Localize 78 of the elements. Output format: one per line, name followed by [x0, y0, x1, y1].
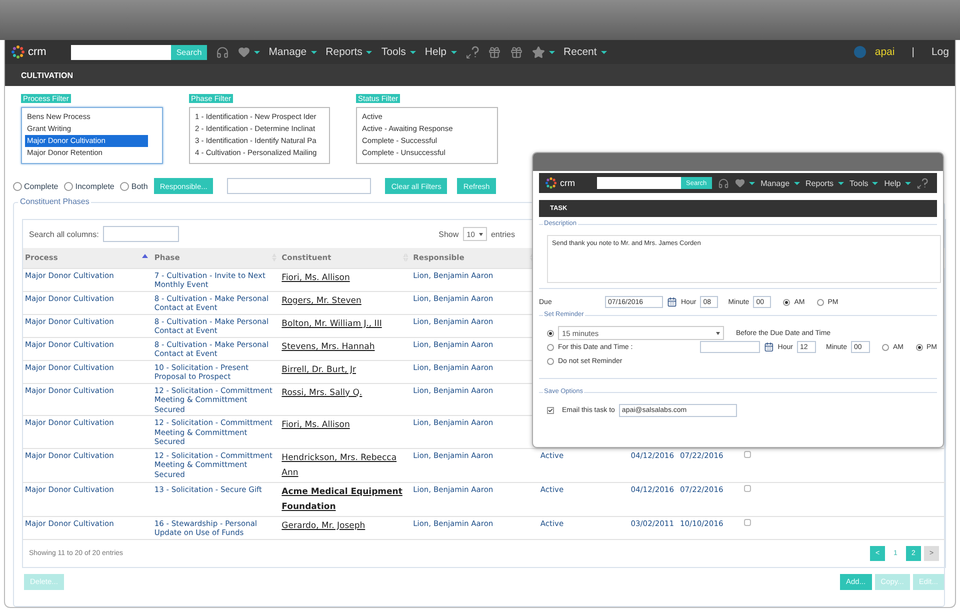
radio-label: Both [131, 182, 148, 190]
constituent-link[interactable]: Stevens, Mrs. Hannah [282, 340, 410, 354]
row-checkbox[interactable] [744, 450, 751, 458]
gift-icon[interactable] [488, 46, 501, 58]
constituent-link[interactable]: Bolton, Mr. William J., III [282, 316, 410, 332]
caret-icon [310, 50, 317, 54]
constituent-link[interactable]: Gerardo, Mr. Joseph [282, 518, 410, 534]
gift-icon[interactable] [510, 46, 523, 58]
constituent-link[interactable]: Rogers, Mr. Steven [282, 294, 410, 308]
radio-button[interactable] [64, 182, 74, 190]
logo-icon [11, 45, 25, 59]
radio-button[interactable] [916, 344, 922, 350]
caret-icon [600, 50, 607, 54]
row-checkbox[interactable] [744, 484, 751, 492]
menu-item[interactable]: Reports [326, 46, 372, 58]
radio-button[interactable] [547, 344, 554, 350]
menu-item[interactable]: Manage [268, 46, 317, 58]
recent-menu[interactable]: Recent [564, 46, 607, 58]
caret-icon [838, 182, 844, 184]
search-label: Search all columns: [29, 230, 99, 238]
page-title: CULTIVATION [5, 64, 955, 86]
caret-icon [366, 50, 372, 54]
divider-text: | [912, 46, 914, 58]
radio-label: Incomplete [75, 182, 114, 190]
logo-icon [545, 177, 557, 189]
constituent-link[interactable]: Fiori, Ms. Allison [282, 418, 410, 433]
constituent-link[interactable]: Rossi, Mrs. Sally Q. [282, 386, 410, 400]
menu-item[interactable]: Reports [806, 178, 844, 188]
radio-button[interactable] [882, 344, 889, 350]
help-icon[interactable] [916, 178, 928, 188]
table-search-field[interactable] [102, 226, 179, 242]
logo-text: crm [28, 46, 46, 58]
constituent-link[interactable]: Fiori, Ms. Allison [282, 270, 410, 286]
user-name[interactable]: apai [874, 46, 895, 58]
constituent-link[interactable]: Hendrickson, Mrs. Rebecca Ann [282, 450, 410, 480]
caret-icon [450, 50, 457, 54]
sort-icon [142, 254, 148, 258]
date-field[interactable] [700, 341, 760, 353]
radio-button[interactable] [547, 330, 554, 336]
help-icon[interactable] [466, 46, 479, 58]
radio-label: Complete [24, 182, 58, 190]
menu-item[interactable]: Help [424, 46, 457, 58]
search-field[interactable] [71, 44, 172, 60]
radio-button[interactable] [783, 298, 790, 306]
email-checkbox[interactable] [547, 406, 554, 414]
headphones-icon[interactable] [216, 46, 229, 58]
caret-icon [748, 182, 755, 184]
radio-button[interactable] [13, 182, 22, 190]
logout-link[interactable]: Log [931, 46, 949, 58]
user-avatar [854, 46, 866, 58]
menu-item[interactable]: Manage [760, 178, 800, 188]
logo-text: crm [560, 178, 575, 188]
heart-icon[interactable] [734, 178, 745, 188]
entries-label: entries [490, 230, 515, 238]
caret-icon [548, 50, 555, 54]
menu-item[interactable]: Help [884, 178, 911, 188]
radio-button[interactable] [120, 182, 130, 190]
star-icon[interactable] [532, 46, 545, 58]
radio-button[interactable] [816, 298, 824, 306]
section-title: Constituent Phases [18, 197, 92, 206]
caret-icon [410, 50, 416, 54]
caret-icon [872, 182, 878, 184]
caret-icon [254, 50, 260, 54]
heart-icon[interactable] [238, 46, 250, 58]
calendar-icon[interactable] [667, 297, 677, 307]
row-checkbox[interactable] [744, 518, 751, 526]
radio-button[interactable] [547, 358, 554, 364]
menu-item[interactable]: Tools [381, 46, 416, 58]
headphones-icon[interactable] [718, 178, 729, 188]
caret-icon [794, 182, 800, 184]
menu-item[interactable]: Tools [850, 178, 878, 188]
responsible-field[interactable] [227, 178, 372, 194]
search-field[interactable] [597, 177, 681, 189]
constituent-link[interactable]: Birrell, Dr. Burt, Jr [282, 362, 410, 378]
calendar-icon[interactable] [764, 342, 774, 352]
show-label: Show [438, 230, 459, 238]
caret-icon [904, 182, 911, 184]
constituent-link[interactable]: Acme Medical Equipment Foundation [282, 484, 410, 514]
